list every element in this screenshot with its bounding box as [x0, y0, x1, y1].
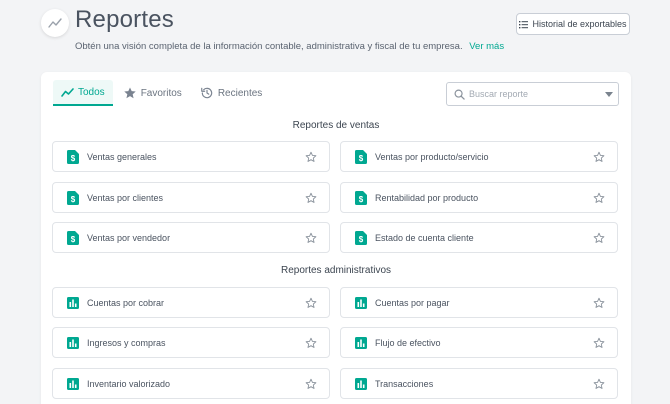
tab-favoritos-label: Favoritos	[140, 87, 182, 99]
list-icon	[519, 20, 529, 28]
bar-chart-icon	[355, 296, 367, 309]
report-label: Flujo de efectivo	[375, 337, 441, 348]
export-history-label: Historial de exportables	[532, 19, 627, 29]
report-card[interactable]: $ Ventas por clientes	[52, 182, 330, 213]
search-input[interactable]	[469, 89, 599, 99]
search-icon	[454, 89, 465, 100]
bar-chart-icon	[67, 296, 79, 309]
report-label: Cuentas por pagar	[375, 297, 450, 308]
report-card[interactable]: Transacciones	[340, 368, 618, 399]
trend-line-icon	[48, 18, 62, 28]
page-subtitle: Obtén una visión completa de la informac…	[75, 41, 504, 52]
star-outline-icon[interactable]	[305, 337, 317, 349]
star-outline-icon[interactable]	[305, 378, 317, 390]
report-label: Ventas por clientes	[87, 192, 164, 203]
svg-text:$: $	[359, 154, 364, 163]
reports-card: Todos Favoritos Recientes Reportes de ve…	[41, 72, 631, 404]
tab-favoritos[interactable]: Favoritos	[115, 80, 190, 106]
bar-chart-icon	[67, 377, 79, 390]
chevron-down-icon[interactable]	[605, 92, 613, 97]
report-card[interactable]: Cuentas por cobrar	[52, 287, 330, 318]
dollar-document-icon: $	[355, 230, 367, 245]
tab-recientes-label: Recientes	[217, 87, 263, 99]
export-history-button[interactable]: Historial de exportables	[516, 13, 630, 35]
report-card[interactable]: $ Estado de cuenta cliente	[340, 222, 618, 253]
dollar-document-icon: $	[355, 149, 367, 164]
star-icon	[123, 87, 136, 99]
bar-chart-icon	[355, 377, 367, 390]
reports-logo	[41, 9, 69, 37]
subtitle-text: Obtén una visión completa de la informac…	[75, 41, 463, 52]
star-outline-icon[interactable]	[593, 192, 605, 204]
report-label: Ventas por vendedor	[87, 232, 171, 243]
report-label: Rentabilidad por producto	[375, 192, 479, 203]
report-label: Transacciones	[375, 378, 434, 389]
report-label: Ingresos y compras	[87, 337, 166, 348]
svg-text:$: $	[71, 154, 76, 163]
report-card[interactable]: Cuentas por pagar	[340, 287, 618, 318]
report-tabs: Todos Favoritos Recientes	[53, 80, 272, 106]
bar-chart-icon	[355, 336, 367, 349]
report-label: Estado de cuenta cliente	[375, 232, 474, 243]
star-outline-icon[interactable]	[305, 297, 317, 309]
report-card[interactable]: $ Rentabilidad por producto	[340, 182, 618, 213]
report-card[interactable]: Flujo de efectivo	[340, 327, 618, 358]
svg-text:$: $	[71, 195, 76, 204]
star-outline-icon[interactable]	[593, 151, 605, 163]
star-outline-icon[interactable]	[593, 337, 605, 349]
dollar-document-icon: $	[67, 230, 79, 245]
report-label: Cuentas por cobrar	[87, 297, 165, 308]
report-card[interactable]: Inventario valorizado	[52, 368, 330, 399]
search-report-field[interactable]	[446, 82, 619, 106]
dollar-document-icon: $	[67, 149, 79, 164]
svg-text:$: $	[71, 235, 76, 244]
dollar-document-icon: $	[355, 190, 367, 205]
report-card[interactable]: Ingresos y compras	[52, 327, 330, 358]
star-outline-icon[interactable]	[305, 151, 317, 163]
svg-text:$: $	[359, 235, 364, 244]
report-card[interactable]: $ Ventas por producto/servicio	[340, 141, 618, 172]
see-more-link[interactable]: Ver más	[469, 41, 504, 52]
history-icon	[200, 87, 213, 99]
report-card[interactable]: $ Ventas generales	[52, 141, 330, 172]
tab-todos-label: Todos	[78, 86, 105, 98]
report-label: Ventas generales	[87, 151, 157, 162]
trend-line-icon	[61, 87, 74, 97]
star-outline-icon[interactable]	[593, 297, 605, 309]
svg-text:$: $	[359, 195, 364, 204]
bar-chart-icon	[67, 336, 79, 349]
star-outline-icon[interactable]	[305, 192, 317, 204]
report-label: Ventas por producto/servicio	[375, 151, 489, 162]
dollar-document-icon: $	[67, 190, 79, 205]
star-outline-icon[interactable]	[593, 378, 605, 390]
section-title-admin: Reportes administrativos	[280, 265, 392, 276]
page-title: Reportes	[75, 6, 174, 33]
section-title-sales: Reportes de ventas	[292, 120, 380, 131]
report-card[interactable]: $ Ventas por vendedor	[52, 222, 330, 253]
tab-todos[interactable]: Todos	[53, 80, 113, 106]
report-label: Inventario valorizado	[87, 378, 171, 389]
star-outline-icon[interactable]	[593, 232, 605, 244]
star-outline-icon[interactable]	[305, 232, 317, 244]
page-header: Reportes Obtén una visión completa de la…	[0, 0, 670, 72]
tab-recientes[interactable]: Recientes	[192, 80, 270, 106]
